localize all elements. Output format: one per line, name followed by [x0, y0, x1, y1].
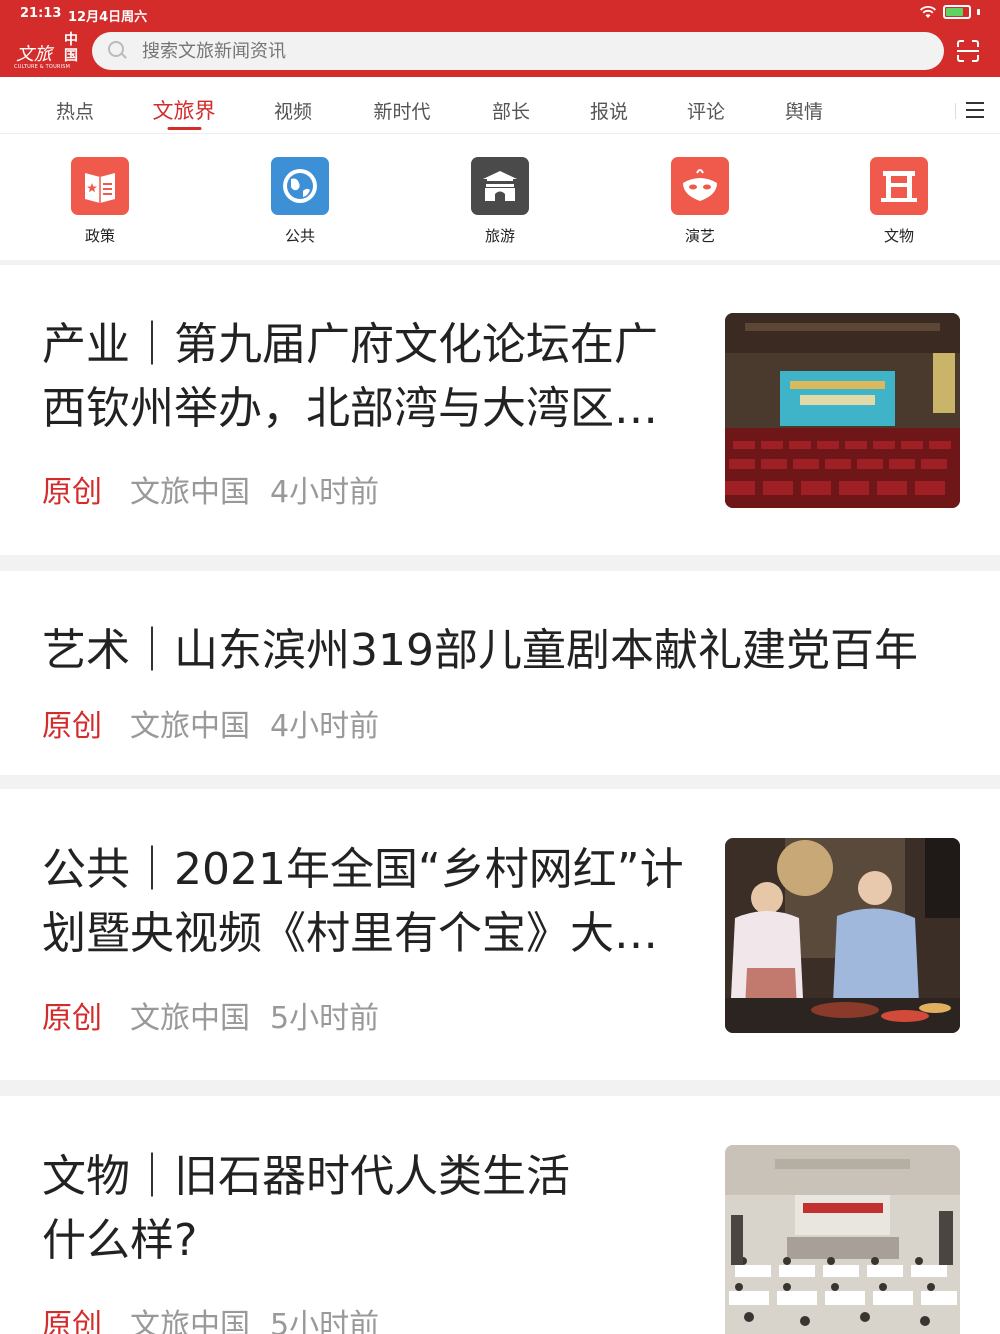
- category-shortcuts: 政策 公共 旅游 演艺 文物: [0, 134, 1000, 260]
- category-label: 政策: [84, 227, 115, 245]
- article-source: 文旅中国: [130, 475, 250, 510]
- article-title: 产业｜第九届广府文化论坛在广西钦州举办，北部湾与大湾区…: [42, 319, 658, 434]
- mask-icon: [671, 157, 729, 215]
- article-thumbnail: [725, 313, 960, 508]
- article-time: 4小时前: [270, 709, 380, 744]
- article-source: 文旅中国: [130, 1001, 250, 1036]
- status-time: 21:13: [20, 6, 62, 21]
- scan-icon[interactable]: [957, 40, 979, 62]
- article-meta: 原创 文旅中国 5小时前: [42, 1300, 379, 1334]
- tab-newspaper[interactable]: 报说: [590, 97, 628, 124]
- search-input[interactable]: [142, 40, 842, 62]
- article-source: 文旅中国: [130, 1308, 250, 1334]
- category-label: 演艺: [684, 227, 715, 245]
- tab-video[interactable]: 视频: [274, 97, 312, 124]
- tab-commentary[interactable]: 评论: [687, 97, 725, 124]
- channel-tabs: 热点 文旅界 视频 新时代 部长 报说 评论 舆情: [0, 77, 1000, 134]
- app-header: 21:13 12月4日周六 文旅 中国 CULTURE & TOURISM: [0, 0, 1000, 77]
- article-title: 公共｜2021年全国“乡村网红”计划暨央视频《村里有个宝》大…: [42, 844, 684, 959]
- article-source: 文旅中国: [130, 709, 250, 744]
- article-item[interactable]: 艺术｜山东滨州319部儿童剧本献礼建党百年 原创 文旅中国 4小时前: [0, 571, 1000, 775]
- policy-book-icon: [71, 157, 129, 215]
- category-policy[interactable]: 政策: [60, 157, 140, 246]
- battery-icon: [943, 5, 971, 19]
- category-tourism[interactable]: 旅游: [460, 157, 540, 246]
- section-separator: [0, 775, 1000, 789]
- status-indicators: [919, 5, 980, 19]
- logo-main-text: 文旅: [16, 44, 52, 65]
- article-item[interactable]: 产业｜第九届广府文化论坛在广西钦州举办，北部湾与大湾区… 原创 文旅中国 4小时前: [0, 265, 1000, 555]
- logo-sub-text: CULTURE & TOURISM: [14, 64, 71, 70]
- article-time: 4小时前: [270, 475, 380, 510]
- article-title: 艺术｜山东滨州319部儿童剧本献礼建党百年: [42, 625, 918, 676]
- status-bar: 21:13 12月4日周六: [0, 0, 1000, 28]
- article-meta: 原创 文旅中国 5小时前: [42, 993, 379, 1037]
- tab-minister[interactable]: 部长: [492, 97, 530, 124]
- category-label: 文物: [883, 227, 914, 245]
- category-label: 公共: [284, 227, 315, 245]
- tab-hot[interactable]: 热点: [56, 97, 94, 124]
- tab-new-era[interactable]: 新时代: [373, 97, 430, 124]
- category-public[interactable]: 公共: [260, 157, 340, 246]
- article-item[interactable]: 文物｜旧石器时代人类生活什么样? 原创 文旅中国 5小时前: [0, 1096, 1000, 1334]
- original-tag: 原创: [42, 1001, 102, 1036]
- logo-side-text: 中国: [64, 32, 78, 64]
- article-item[interactable]: 公共｜2021年全国“乡村网红”计划暨央视频《村里有个宝》大… 原创 文旅中国 5小…: [0, 789, 1000, 1080]
- tab-public-opinion[interactable]: 舆情: [785, 97, 823, 124]
- original-tag: 原创: [42, 475, 102, 510]
- active-tab-indicator: [167, 127, 201, 130]
- original-tag: 原创: [42, 1308, 102, 1334]
- search-bar[interactable]: [92, 32, 944, 70]
- article-time: 5小时前: [270, 1001, 380, 1036]
- article-meta: 原创 文旅中国 4小时前: [42, 467, 379, 511]
- category-performance[interactable]: 演艺: [660, 157, 740, 246]
- original-tag: 原创: [42, 709, 102, 744]
- gate-icon: [471, 157, 529, 215]
- article-time: 5小时前: [270, 1308, 380, 1334]
- search-icon: [108, 41, 128, 61]
- article-title: 文物｜旧石器时代人类生活什么样?: [42, 1151, 570, 1266]
- menu-icon[interactable]: [966, 102, 984, 118]
- category-label: 旅游: [484, 227, 515, 245]
- section-separator: [0, 1080, 1000, 1096]
- article-thumbnail: [725, 1145, 960, 1334]
- app-logo[interactable]: 文旅 中国 CULTURE & TOURISM: [14, 30, 82, 74]
- article-meta: 原创 文旅中国 4小时前: [42, 701, 379, 745]
- section-separator: [0, 555, 1000, 571]
- tab-divider: [955, 103, 956, 119]
- tab-culture-tourism[interactable]: 文旅界: [153, 95, 216, 130]
- globe-icon: [271, 157, 329, 215]
- article-thumbnail: [725, 838, 960, 1033]
- status-date: 12月4日周六: [68, 10, 148, 25]
- battery-cap: [977, 9, 980, 15]
- artifact-icon: [870, 157, 928, 215]
- category-artifacts[interactable]: 文物: [859, 157, 939, 246]
- wifi-icon: [919, 6, 937, 18]
